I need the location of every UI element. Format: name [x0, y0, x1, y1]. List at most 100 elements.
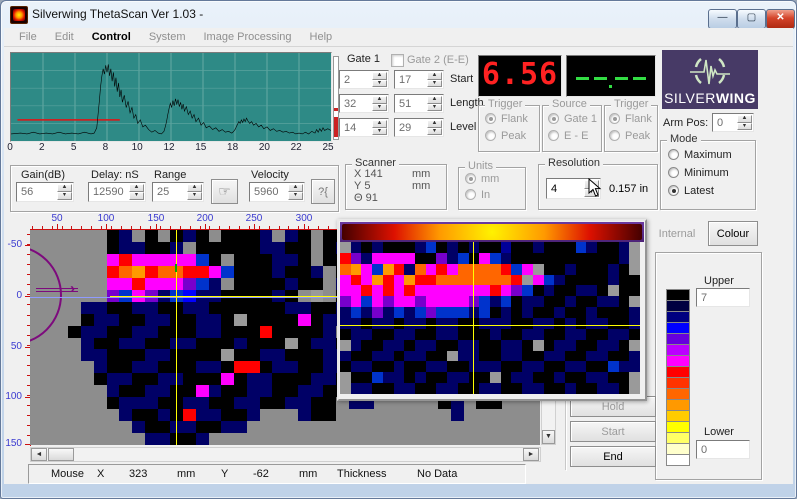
- logo-text-bold: WING: [716, 90, 756, 106]
- delay-field[interactable]: 12590▲▼: [88, 182, 146, 202]
- ascan-x-tick: 15: [195, 142, 206, 153]
- hud-window[interactable]: Head Up Display: [337, 219, 647, 401]
- radio-icon[interactable]: [485, 113, 496, 124]
- radio-icon[interactable]: [668, 185, 679, 196]
- gate1-length-spinner[interactable]: ▲▼: [372, 96, 387, 111]
- radio-icon[interactable]: [609, 130, 620, 141]
- menu-file[interactable]: File: [10, 29, 46, 45]
- scan-cell: [221, 230, 234, 242]
- scroll-down-button[interactable]: ▼: [542, 430, 555, 444]
- mode-latest-option[interactable]: Latest: [668, 185, 714, 197]
- menu-control[interactable]: Control: [83, 29, 140, 45]
- trigger1-peak-option[interactable]: Peak: [485, 130, 526, 142]
- scan-cell: [340, 383, 351, 394]
- radio-icon[interactable]: [548, 130, 559, 141]
- menu-system[interactable]: System: [140, 29, 195, 45]
- ascan-plot[interactable]: [10, 52, 332, 142]
- gate2-level-field[interactable]: 29▲▼: [394, 118, 444, 137]
- scan-cell: [554, 361, 565, 372]
- scroll-right-button[interactable]: ►: [523, 448, 539, 461]
- source-gate1-option[interactable]: Gate 1: [548, 113, 597, 125]
- gain-spinner[interactable]: ▲▼: [57, 184, 72, 200]
- scan-cell: [565, 253, 576, 264]
- scan-cell: [522, 285, 533, 296]
- lower-field[interactable]: 0: [696, 440, 750, 459]
- scan-cell: [81, 278, 94, 290]
- scan-cell: [119, 338, 132, 350]
- title-bar[interactable]: Silverwing ThetaScan Ver 1.03 - — ▢ ✕: [0, 0, 797, 28]
- gate2-start-spinner[interactable]: ▲▼: [427, 72, 442, 87]
- scan-hscrollbar[interactable]: ◄ ►: [30, 447, 541, 462]
- radio-icon[interactable]: [668, 167, 679, 178]
- scan-cell: [285, 373, 298, 385]
- internal-button[interactable]: Internal: [650, 222, 704, 245]
- close-button[interactable]: ✕: [766, 9, 795, 29]
- range-field[interactable]: 25▲▼: [152, 182, 204, 202]
- scan-cell: [43, 338, 56, 350]
- units-mm-option[interactable]: mm: [465, 173, 499, 185]
- probe-button[interactable]: ☞: [211, 179, 238, 204]
- menu-help[interactable]: Help: [301, 29, 342, 45]
- scan-cell: [361, 329, 372, 340]
- option-label: Maximum: [684, 149, 732, 161]
- arm-pos-spinner[interactable]: ▲▼: [737, 115, 752, 130]
- scan-cell: [490, 296, 501, 307]
- scan-cell: [221, 385, 234, 397]
- radio-icon[interactable]: [485, 130, 496, 141]
- scan-cell: [554, 351, 565, 362]
- scanner-theta-row: Θ 91: [354, 192, 378, 204]
- scan-cell: [372, 285, 383, 296]
- velocity-spinner[interactable]: ▲▼: [288, 184, 303, 200]
- units-in-option[interactable]: In: [465, 189, 490, 201]
- radio-icon[interactable]: [465, 189, 476, 200]
- gate2-length-field[interactable]: 51▲▼: [394, 94, 444, 113]
- end-button[interactable]: End: [570, 446, 656, 467]
- start-button[interactable]: Start: [570, 421, 656, 442]
- source-ee-option[interactable]: E - E: [548, 130, 588, 142]
- scan-cell: [458, 264, 469, 275]
- scan-cell: [415, 351, 426, 362]
- trigger2-peak-option[interactable]: Peak: [609, 130, 650, 142]
- trigger1-flank-option[interactable]: Flank: [485, 113, 528, 125]
- scan-cell: [501, 318, 512, 329]
- trigger2-flank-option[interactable]: Flank: [609, 113, 652, 125]
- scan-cell: [554, 383, 565, 394]
- hud-title-bar[interactable]: Head Up Display: [340, 222, 644, 242]
- maximize-button[interactable]: ▢: [737, 9, 766, 29]
- gate2-start-field[interactable]: 17▲▼: [394, 70, 444, 89]
- radio-icon[interactable]: [548, 113, 559, 124]
- gate2-length-spinner[interactable]: ▲▼: [427, 96, 442, 111]
- arm-pos-field[interactable]: 0▲▼: [712, 113, 754, 132]
- scan-cell: [400, 421, 413, 433]
- gate2-level-spinner[interactable]: ▲▼: [427, 120, 442, 135]
- scan-cell: [272, 421, 285, 433]
- range-spinner[interactable]: ▲▼: [187, 184, 202, 200]
- upper-field[interactable]: 7: [696, 288, 750, 307]
- menu-image-processing[interactable]: Image Processing: [195, 29, 301, 45]
- gate1-level-spinner[interactable]: ▲▼: [372, 120, 387, 135]
- menu-edit[interactable]: Edit: [46, 29, 83, 45]
- gate2-checkbox[interactable]: [391, 54, 404, 67]
- hud-image[interactable]: [340, 242, 640, 394]
- scroll-left-button[interactable]: ◄: [31, 448, 47, 461]
- colour-button[interactable]: Colour: [708, 221, 758, 246]
- delay-spinner[interactable]: ▲▼: [129, 184, 144, 200]
- gate1-level-field[interactable]: 14▲▼: [339, 118, 389, 137]
- minimize-button[interactable]: —: [708, 9, 737, 29]
- scan-cell: [285, 385, 298, 397]
- radio-icon[interactable]: [609, 113, 620, 124]
- scan-cell: [426, 372, 437, 383]
- scan-cell: [340, 307, 351, 318]
- radio-icon[interactable]: [668, 149, 679, 160]
- velocity-help-button[interactable]: ?{: [311, 179, 335, 204]
- hscroll-thumb[interactable]: [48, 448, 74, 461]
- gate1-start-spinner[interactable]: ▲▼: [372, 72, 387, 87]
- gate1-length-field[interactable]: 32▲▼: [339, 94, 389, 113]
- gate1-start-field[interactable]: 2▲▼: [339, 70, 389, 89]
- gain-field[interactable]: 56▲▼: [16, 182, 74, 202]
- radio-icon[interactable]: [465, 173, 476, 184]
- scan-cell: [196, 373, 209, 385]
- velocity-field[interactable]: 5960▲▼: [249, 182, 305, 202]
- mode-minimum-option[interactable]: Minimum: [668, 167, 729, 179]
- mode-maximum-option[interactable]: Maximum: [668, 149, 732, 161]
